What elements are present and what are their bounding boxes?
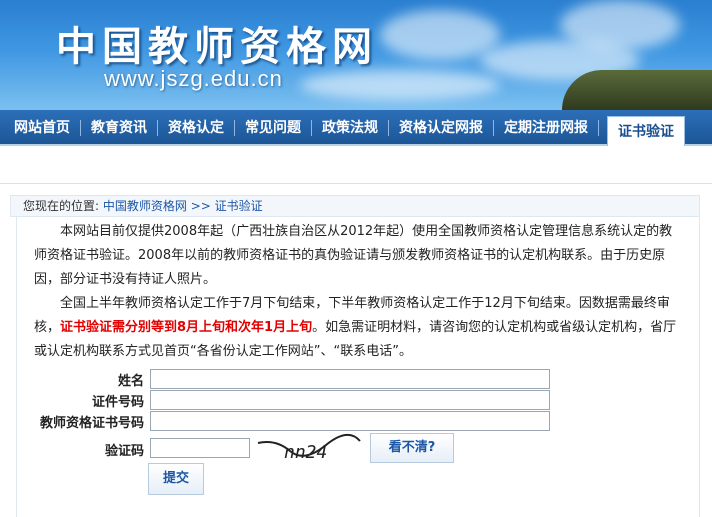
- nav-item-online-apply[interactable]: 资格认定网报: [389, 120, 494, 136]
- nav-item-faq[interactable]: 常见问题: [235, 120, 312, 136]
- captcha-text: nn24: [284, 442, 327, 463]
- nav-item-qualification[interactable]: 资格认定: [158, 120, 235, 136]
- site-logo-title: 中国教师资格网: [56, 23, 378, 70]
- captcha-image: nn24: [257, 434, 361, 463]
- nav-item-cert-verify[interactable]: 证书验证: [607, 116, 685, 146]
- notice-paragraph-1: 本网站目前仅提供2008年起（广西壮族自治区从2012年起）使用全国教师资格认定…: [34, 224, 673, 287]
- site-banner: 中国教师资格网 www.jszg.edu.cn: [0, 0, 712, 110]
- name-label: 姓名: [117, 374, 144, 389]
- breadcrumb-home-link[interactable]: 中国教师资格网: [103, 199, 187, 213]
- submit-button[interactable]: 提交: [148, 463, 204, 495]
- nav-item-policy[interactable]: 政策法规: [312, 120, 389, 136]
- breadcrumb: 您现在的位置: 中国教师资格网 >> 证书验证: [10, 195, 700, 217]
- notice-highlight: 证书验证需分别等到8月上旬和次年1月上旬: [60, 320, 313, 335]
- name-input[interactable]: [150, 369, 550, 389]
- cert-number-label: 教师资格证书号码: [39, 416, 144, 431]
- sub-nav-bar: [0, 148, 712, 184]
- breadcrumb-prefix: 您现在的位置:: [23, 199, 100, 213]
- captcha-label: 验证码: [104, 444, 144, 459]
- site-url: www.jszg.edu.cn: [104, 66, 283, 91]
- nav-item-registration[interactable]: 定期注册网报: [494, 120, 599, 136]
- breadcrumb-current[interactable]: 证书验证: [215, 199, 263, 213]
- captcha-input[interactable]: [150, 438, 250, 458]
- breadcrumb-separator: >>: [190, 199, 215, 213]
- main-nav: 网站首页 教育资讯 资格认定 常见问题 政策法规 资格认定网报 定期注册网报 证…: [0, 110, 712, 146]
- id-number-input[interactable]: [150, 390, 550, 410]
- nav-item-news[interactable]: 教育资讯: [81, 120, 158, 136]
- cert-number-input[interactable]: [150, 411, 550, 431]
- refresh-captcha-button[interactable]: 看不清?: [370, 433, 454, 463]
- notice-paragraph-2: 全国上半年教师资格认定工作于7月下旬结束，下半年教师资格认定工作于12月下旬结束…: [34, 292, 684, 364]
- id-number-label: 证件号码: [91, 395, 144, 410]
- nav-item-home[interactable]: 网站首页: [4, 120, 81, 136]
